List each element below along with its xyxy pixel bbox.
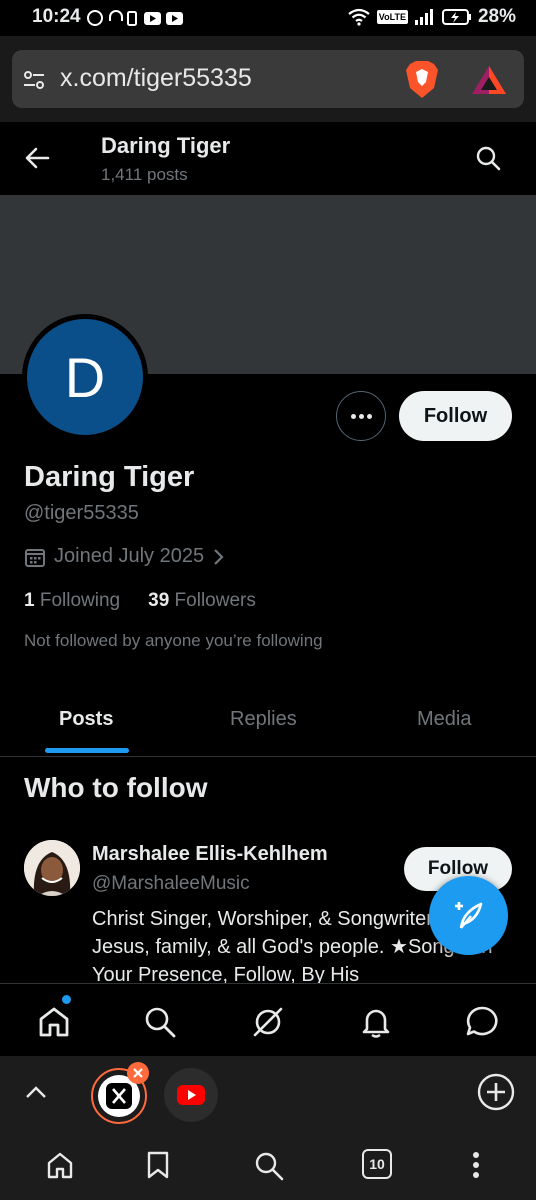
- status-system-icons: VoLTE 28%: [347, 6, 516, 28]
- browser-tab-strip: [0, 1056, 536, 1128]
- open-tab-youtube[interactable]: [164, 1068, 218, 1122]
- header-title: Daring Tiger: [101, 133, 231, 158]
- messages-icon: [466, 1006, 498, 1036]
- home-icon: [39, 1007, 69, 1037]
- youtube-icon: [177, 1085, 205, 1105]
- followers-label: Followers: [174, 590, 256, 611]
- nav-messages[interactable]: [462, 1002, 502, 1042]
- profile-tabs: Posts Replies Media: [0, 690, 536, 757]
- followers-link[interactable]: 39 Followers: [148, 590, 256, 612]
- suggestion-avatar[interactable]: [24, 840, 80, 896]
- notifications-icon: [362, 1009, 390, 1038]
- tab-posts[interactable]: Posts: [59, 708, 113, 731]
- back-arrow-icon[interactable]: [24, 145, 50, 171]
- person-photo: [24, 840, 80, 896]
- nav-grok[interactable]: [248, 1002, 288, 1042]
- signal-icon: [414, 9, 433, 25]
- notification-icons: [87, 10, 183, 26]
- new-tab-icon[interactable]: [476, 1072, 516, 1112]
- profile-handle: @tiger55335: [24, 502, 139, 524]
- home-unread-dot: [62, 995, 71, 1004]
- follow-button[interactable]: Follow: [399, 391, 512, 441]
- nav-home[interactable]: [34, 1002, 74, 1042]
- x-logo-icon: [106, 1083, 132, 1109]
- home-icon[interactable]: [45, 1150, 75, 1180]
- x-bottom-nav: [0, 983, 536, 1057]
- dot: [358, 413, 364, 419]
- url-text[interactable]: x.com/tiger55335: [60, 64, 252, 93]
- profile-name: Daring Tiger: [24, 461, 195, 493]
- tabs-count-button[interactable]: 10: [362, 1149, 392, 1179]
- search-icon: [145, 1007, 176, 1038]
- close-tab-button[interactable]: [127, 1062, 149, 1084]
- search-icon[interactable]: [475, 145, 501, 171]
- menu-icon[interactable]: [470, 1150, 482, 1180]
- followers-count: 39: [148, 590, 170, 611]
- brave-shields-icon[interactable]: [404, 60, 440, 100]
- grok-icon: [253, 1007, 283, 1037]
- volte-badge: VoLTE: [376, 10, 408, 24]
- following-count: 1: [24, 590, 35, 611]
- battery-icon: [441, 9, 471, 25]
- nav-notifications[interactable]: [356, 1002, 396, 1042]
- suggestion-handle: @MarshaleeMusic: [92, 873, 250, 894]
- header-post-count: 1,411 posts: [101, 165, 188, 184]
- close-icon: [133, 1068, 143, 1078]
- chevron-up-icon[interactable]: [24, 1084, 48, 1100]
- joined-date[interactable]: Joined July 2025: [24, 545, 226, 568]
- nav-explore[interactable]: [140, 1002, 180, 1042]
- search-icon[interactable]: [253, 1150, 285, 1182]
- calendar-icon: [25, 548, 45, 567]
- dot: [366, 413, 372, 419]
- status-time: 10:24: [32, 6, 81, 27]
- compose-feather-icon: [454, 901, 482, 929]
- more-options-button[interactable]: [336, 391, 386, 441]
- wifi-icon: [348, 8, 370, 26]
- battery-percent: 28%: [477, 6, 516, 27]
- suggestion-name[interactable]: Marshalee Ellis-Kehlhem: [92, 843, 328, 866]
- following-label: Following: [39, 590, 121, 611]
- active-tab-indicator: [45, 748, 129, 753]
- not-followed-note: Not followed by anyone you’re following: [24, 631, 323, 650]
- following-link[interactable]: 1 Following: [24, 590, 120, 612]
- brave-rewards-icon[interactable]: [470, 64, 508, 96]
- site-settings-icon[interactable]: [22, 68, 46, 92]
- browser-bottom-nav: 10: [0, 1128, 536, 1200]
- status-notification-icons: [86, 8, 186, 28]
- who-to-follow-title: Who to follow: [24, 772, 208, 803]
- joined-text: Joined July 2025: [54, 545, 205, 567]
- dot: [350, 413, 356, 419]
- tab-media[interactable]: Media: [417, 708, 471, 731]
- chevron-right-icon: [214, 548, 224, 565]
- compose-post-button[interactable]: [429, 876, 508, 955]
- tab-replies[interactable]: Replies: [230, 708, 297, 731]
- profile-avatar[interactable]: D: [24, 316, 146, 438]
- follow-stats: 1 Following 39 Followers: [24, 590, 256, 612]
- bookmark-icon[interactable]: [145, 1150, 171, 1180]
